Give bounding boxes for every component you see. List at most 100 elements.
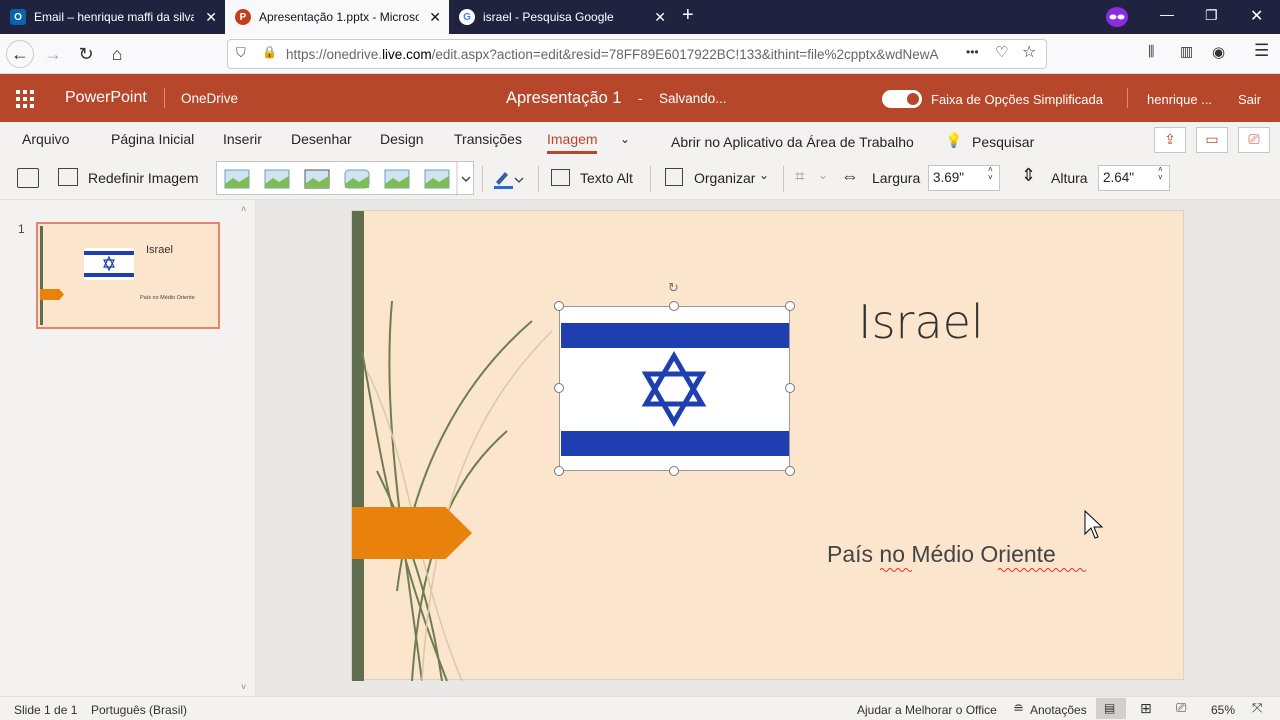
browser-tab-strip: O Email – henrique maffi da silva ✕ P Ap… — [0, 0, 1280, 34]
slide-thumbnail[interactable]: Israel País no Médio Oriente — [36, 222, 220, 329]
ribbon-separator — [650, 166, 651, 192]
close-tab-icon[interactable]: ✕ — [654, 9, 666, 26]
notes-icon: ≘ — [1013, 701, 1024, 716]
zoom-level[interactable]: 65% — [1211, 703, 1235, 717]
bookmark-star-icon[interactable]: ☆ — [1022, 42, 1036, 62]
more-tabs-chevron-icon[interactable]: ⌄ — [620, 132, 630, 146]
lock-icon: 🔒 — [262, 45, 277, 59]
change-picture-icon[interactable] — [17, 168, 39, 188]
reset-image-button[interactable]: Redefinir Imagem — [88, 170, 199, 186]
tab-imagem[interactable]: Imagem — [547, 131, 598, 147]
close-window-icon[interactable]: ✕ — [1250, 6, 1263, 26]
picture-border-icon[interactable] — [493, 168, 524, 189]
library-icon[interactable]: ⫼ — [1148, 43, 1154, 60]
new-tab-button[interactable]: + — [682, 4, 694, 27]
help-improve-office[interactable]: Ajudar a Melhorar o Office — [857, 703, 997, 717]
header-divider — [164, 88, 165, 108]
user-name[interactable]: henrique ... — [1147, 92, 1212, 107]
resize-handle-sw[interactable] — [554, 466, 564, 476]
account-icon[interactable]: ◉ — [1212, 43, 1225, 61]
height-spinner-icon[interactable]: ˄ ˅ — [1158, 166, 1163, 182]
google-icon: G — [459, 9, 475, 25]
open-desktop-app[interactable]: Abrir no Aplicativo da Área de Trabalho — [671, 134, 914, 150]
alt-text-button[interactable]: Texto Alt — [580, 170, 633, 186]
simplified-ribbon-toggle[interactable] — [882, 90, 922, 108]
arrange-button[interactable]: Organizar — [694, 170, 755, 186]
active-tab-underline — [547, 151, 597, 154]
tab-inserir[interactable]: Inserir — [223, 131, 262, 147]
close-tab-icon[interactable]: ✕ — [205, 9, 217, 26]
width-icon: ⇔ — [841, 166, 859, 186]
onedrive-link[interactable]: OneDrive — [181, 91, 238, 106]
slide-count: Slide 1 de 1 — [14, 703, 78, 717]
width-label: Largura — [872, 170, 921, 186]
picture-styles-gallery — [216, 161, 475, 196]
slide-title[interactable]: Israel — [858, 295, 984, 349]
home-icon[interactable]: ⌂ — [103, 40, 131, 68]
thumbnail-orange-arrow — [40, 289, 64, 300]
tab-pagina-inicial[interactable]: Página Inicial — [111, 131, 194, 147]
pocket-icon[interactable]: ♡ — [995, 43, 1008, 61]
rotate-handle-icon[interactable]: ↻ — [668, 280, 682, 295]
present-icon[interactable]: ⎚ — [1238, 127, 1270, 153]
resize-handle-e[interactable] — [785, 383, 795, 393]
alt-text-icon — [551, 169, 570, 186]
forward-icon[interactable]: → — [39, 40, 67, 68]
slide[interactable]: ↻ Israel País no Médio Oriente — [351, 210, 1184, 681]
tab-google[interactable]: G israel - Pesquisa Google ✕ — [449, 0, 674, 34]
tab-desenhar[interactable]: Desenhar — [291, 131, 352, 147]
minimize-window-icon[interactable]: — — [1160, 6, 1174, 22]
document-title[interactable]: Apresentação 1 — [506, 89, 622, 108]
back-icon[interactable]: ← — [6, 40, 34, 68]
restore-window-icon[interactable]: ❐ — [1205, 7, 1218, 24]
thumbnail-scrollbar[interactable]: ˄ ˅ — [238, 200, 252, 696]
resize-handle-n[interactable] — [669, 301, 679, 311]
crop-icon[interactable]: ⌗ — [795, 167, 805, 187]
share-icon[interactable]: ⇪ — [1154, 127, 1186, 153]
search-tell-me[interactable]: Pesquisar — [972, 134, 1034, 150]
slide-subtitle[interactable]: País no Médio Oriente — [827, 541, 1056, 568]
sign-out-link[interactable]: Sair — [1238, 92, 1261, 107]
app-launcher-icon[interactable] — [16, 90, 34, 113]
comments-icon[interactable]: ▭ — [1196, 127, 1228, 153]
normal-view-icon: ▤ — [1104, 701, 1116, 715]
flag-image[interactable] — [559, 306, 790, 471]
tab-design[interactable]: Design — [380, 131, 424, 147]
browser-nav-bar: ← → ↻ ⌂ ⛉ 🔒 https://onedrive. live.com/ed… — [0, 34, 1280, 74]
ribbon-separator — [538, 166, 539, 192]
resize-handle-w[interactable] — [554, 383, 564, 393]
arrange-icon — [665, 168, 683, 186]
width-spinner-icon[interactable]: ˄ ˅ — [988, 166, 993, 182]
slide-sorter-icon[interactable]: ⊞ — [1140, 700, 1152, 717]
slide-thumbnail-pane: 1 Israel País no Médio Oriente ˄ ˅ — [0, 200, 256, 696]
page-actions-icon[interactable]: ••• — [966, 45, 979, 59]
tab-transicoes[interactable]: Transições — [454, 131, 522, 147]
fit-to-window-icon[interactable]: ⤧ — [1252, 700, 1262, 716]
tab-powerpoint[interactable]: P Apresentação 1.pptx - Microsoft ✕ — [225, 0, 449, 34]
office-header: PowerPoint OneDrive Apresentação 1 - Sal… — [0, 74, 1280, 122]
powerpoint-icon: P — [235, 9, 251, 25]
title-separator: - — [638, 91, 643, 106]
notes-button[interactable]: Anotações — [1030, 703, 1087, 717]
arrange-chevron-icon[interactable]: ⌄ — [759, 168, 769, 182]
resize-handle-s[interactable] — [669, 466, 679, 476]
url-bar[interactable]: ⛉ 🔒 https://onedrive. live.com/edit.aspx?… — [227, 39, 1047, 69]
reading-view-icon[interactable]: ⎚ — [1176, 700, 1186, 716]
resize-handle-nw[interactable] — [554, 301, 564, 311]
reload-icon[interactable]: ↻ — [72, 40, 100, 68]
reset-picture-icon[interactable] — [58, 168, 78, 186]
close-tab-icon[interactable]: ✕ — [429, 9, 441, 26]
sidebar-icon[interactable]: ▥ — [1180, 43, 1193, 60]
app-name[interactable]: PowerPoint — [65, 89, 147, 107]
save-status: Salvando... — [659, 91, 727, 106]
resize-handle-ne[interactable] — [785, 301, 795, 311]
picture-styles-thumbnails[interactable] — [217, 162, 475, 196]
language-status[interactable]: Português (Brasil) — [91, 703, 187, 717]
tab-email[interactable]: O Email – henrique maffi da silva ✕ — [0, 0, 225, 34]
resize-handle-se[interactable] — [785, 466, 795, 476]
menu-icon[interactable]: ☰ — [1254, 41, 1269, 61]
crop-chevron-icon[interactable]: ⌄ — [818, 168, 828, 182]
normal-view-button[interactable]: ▤ — [1096, 698, 1126, 719]
tab-arquivo[interactable]: Arquivo — [22, 131, 69, 147]
thumbnail-title: Israel — [146, 244, 173, 256]
